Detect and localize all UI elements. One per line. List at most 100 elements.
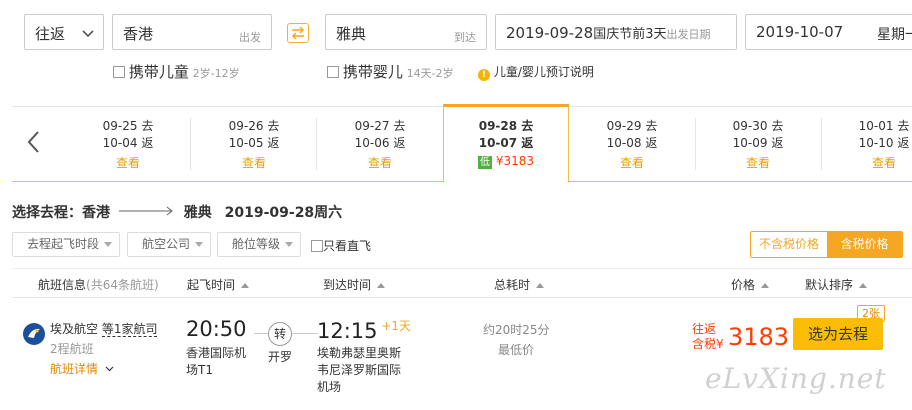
tax-toggle: 不含税价格 含税价格 <box>750 231 903 258</box>
chevron-down-icon <box>82 27 94 41</box>
tax-included-label: 含税¥ <box>692 337 724 352</box>
depart-time-filter-label: 去程起飞时段 <box>27 237 100 251</box>
swap-icon <box>291 26 305 40</box>
price-labels: 往返 含税¥ <box>692 322 724 352</box>
date-view-link[interactable]: 查看 <box>191 154 317 171</box>
route-title: 选择去程：香港 雅典 2019-09-28周六 <box>12 202 342 222</box>
date-option[interactable]: 09-30 去 10-09 返 查看 <box>695 106 821 182</box>
from-city-input[interactable]: 香港 出发 <box>112 14 272 50</box>
flight-details-link[interactable]: 航班详情 <box>50 360 114 377</box>
round-trip-label: 往返 <box>692 322 717 336</box>
date-go: 09-30 去 <box>732 119 784 133</box>
date-return: 10-10 返 <box>858 136 910 150</box>
currency-symbol: ¥ <box>716 337 724 351</box>
date-go: 10-01 去 <box>858 119 910 133</box>
arrive-time-row: 12:15 +1天 <box>317 317 411 343</box>
date-return: 10-05 返 <box>228 136 280 150</box>
sort-depart-time[interactable]: 起飞时间 <box>187 276 250 293</box>
flight-price: 3183 <box>728 323 790 351</box>
sort-arrive-time[interactable]: 到达时间 <box>323 276 386 293</box>
sort-arrive-label: 到达时间 <box>323 278 372 292</box>
child-label: 携带儿童 <box>128 63 189 81</box>
date-go: 09-29 去 <box>606 119 658 133</box>
return-date-value: 2019-10-07 <box>756 23 844 41</box>
sort-default-label: 默认排序 <box>805 278 854 292</box>
child-age: 2岁-12岁 <box>192 67 240 80</box>
airline-filter[interactable]: 航空公司 <box>127 232 211 257</box>
info-icon: ! <box>478 69 490 81</box>
header-flight-count: (共64条航班) <box>86 278 159 292</box>
codeshare-link[interactable]: 等1家航司 <box>101 322 158 337</box>
date-option-selected[interactable]: 09-28 去 10-07 返 低 ¥3183 <box>443 104 569 183</box>
trip-type-value: 往返 <box>35 25 66 43</box>
sort-duration-label: 总耗时 <box>494 278 531 292</box>
cabin-filter[interactable]: 舱位等级 <box>217 232 301 257</box>
date-view-link[interactable]: 查看 <box>317 154 443 171</box>
infant-label: 携带婴儿 <box>342 63 403 81</box>
sort-price[interactable]: 价格 <box>731 276 770 293</box>
depart-date-input[interactable]: 2019-09-28国庆节前3天出发日期 <box>495 14 737 50</box>
caret-down-icon <box>285 242 293 247</box>
header-flight-info: 航班信息(共64条航班) <box>38 276 159 293</box>
direct-only-label: 只看直飞 <box>323 239 372 253</box>
child-checkbox[interactable] <box>113 66 125 78</box>
watermark: eLvXing.net <box>705 362 887 395</box>
flight-legs: 2程航班 <box>50 342 94 356</box>
depart-date-value: 2019-09-28 <box>506 24 594 42</box>
date-return: 10-07 返 <box>478 136 534 150</box>
date-option[interactable]: 09-25 去 10-04 返 查看 <box>65 106 191 182</box>
date-strip-prev-button[interactable] <box>26 130 40 157</box>
airline-filter-label: 航空公司 <box>142 237 191 251</box>
direct-only-option[interactable]: 只看直飞 <box>311 237 371 254</box>
from-hint: 出发 <box>239 31 261 44</box>
duration: 约20时25分 <box>483 323 550 337</box>
sort-depart-label: 起飞时间 <box>187 278 236 292</box>
child-checkbox-option[interactable]: 携带儿童 2岁-12岁 <box>113 61 240 82</box>
date-go: 09-25 去 <box>102 119 154 133</box>
direct-only-checkbox[interactable] <box>311 240 323 252</box>
date-view-link[interactable]: 查看 <box>695 154 821 171</box>
caret-down-icon <box>195 242 203 247</box>
depart-time: 20:50 <box>186 317 247 341</box>
tax-included-button[interactable]: 含税价格 <box>827 232 902 257</box>
chevron-left-icon <box>27 131 39 153</box>
route-prefix: 选择去程：香港 <box>12 205 110 221</box>
date-option[interactable]: 09-29 去 10-08 返 查看 <box>569 106 695 182</box>
depart-date-note: 国庆节前3天 <box>593 27 667 42</box>
depart-time-filter[interactable]: 去程起飞时段 <box>12 232 120 257</box>
date-return: 10-08 返 <box>606 136 658 150</box>
date-view-link[interactable]: 查看 <box>65 154 191 171</box>
lowest-badge: 低 <box>477 156 492 169</box>
date-option[interactable]: 10-01 去 10-10 返 查看 <box>821 106 912 182</box>
infant-checkbox[interactable] <box>327 66 339 78</box>
swap-cities-button[interactable] <box>287 23 309 43</box>
flight-details-label: 航班详情 <box>50 362 99 376</box>
sort-price-label: 价格 <box>731 278 756 292</box>
infant-checkbox-option[interactable]: 携带婴儿 14天-2岁 <box>327 61 454 82</box>
lowest-price-tag: 最低价 <box>498 343 535 357</box>
to-city-input[interactable]: 雅典 到达 <box>325 14 487 50</box>
trip-type-select[interactable]: 往返 <box>24 14 104 50</box>
arrive-time: 12:15 <box>317 319 378 343</box>
sort-default[interactable]: 默认排序 <box>805 276 868 293</box>
airline-name-row: 埃及航空 等1家航司 <box>50 320 158 337</box>
date-option-inner: 10-01 去 10-10 返 查看 <box>821 118 912 171</box>
date-go: 09-28 去 <box>478 119 534 133</box>
select-outbound-button[interactable]: 选为去程 <box>793 318 883 350</box>
tax-included-text: 含税 <box>692 337 717 351</box>
date-option[interactable]: 09-26 去 10-05 返 查看 <box>191 106 317 182</box>
booking-note-link[interactable]: ! 儿童/婴儿预订说明 <box>478 63 594 81</box>
depart-airport: 香港国际机场T1 <box>186 346 247 377</box>
date-view-link[interactable]: 查看 <box>821 154 912 171</box>
to-city-value: 雅典 <box>336 25 367 43</box>
depart-date-text: 2019-09-28国庆节前3天出发日期 <box>506 23 710 42</box>
sort-duration[interactable]: 总耗时 <box>494 276 545 293</box>
date-price: ¥3183 <box>495 154 534 168</box>
infant-age: 14天-2岁 <box>406 67 454 80</box>
date-view-link[interactable]: 查看 <box>569 154 695 171</box>
date-option[interactable]: 09-27 去 10-06 返 查看 <box>317 106 443 182</box>
sort-up-icon <box>241 283 250 288</box>
return-date-input[interactable]: 2019-10-07 星期一 <box>745 14 912 50</box>
tax-excluded-button[interactable]: 不含税价格 <box>751 232 827 257</box>
sort-up-icon <box>859 283 868 288</box>
